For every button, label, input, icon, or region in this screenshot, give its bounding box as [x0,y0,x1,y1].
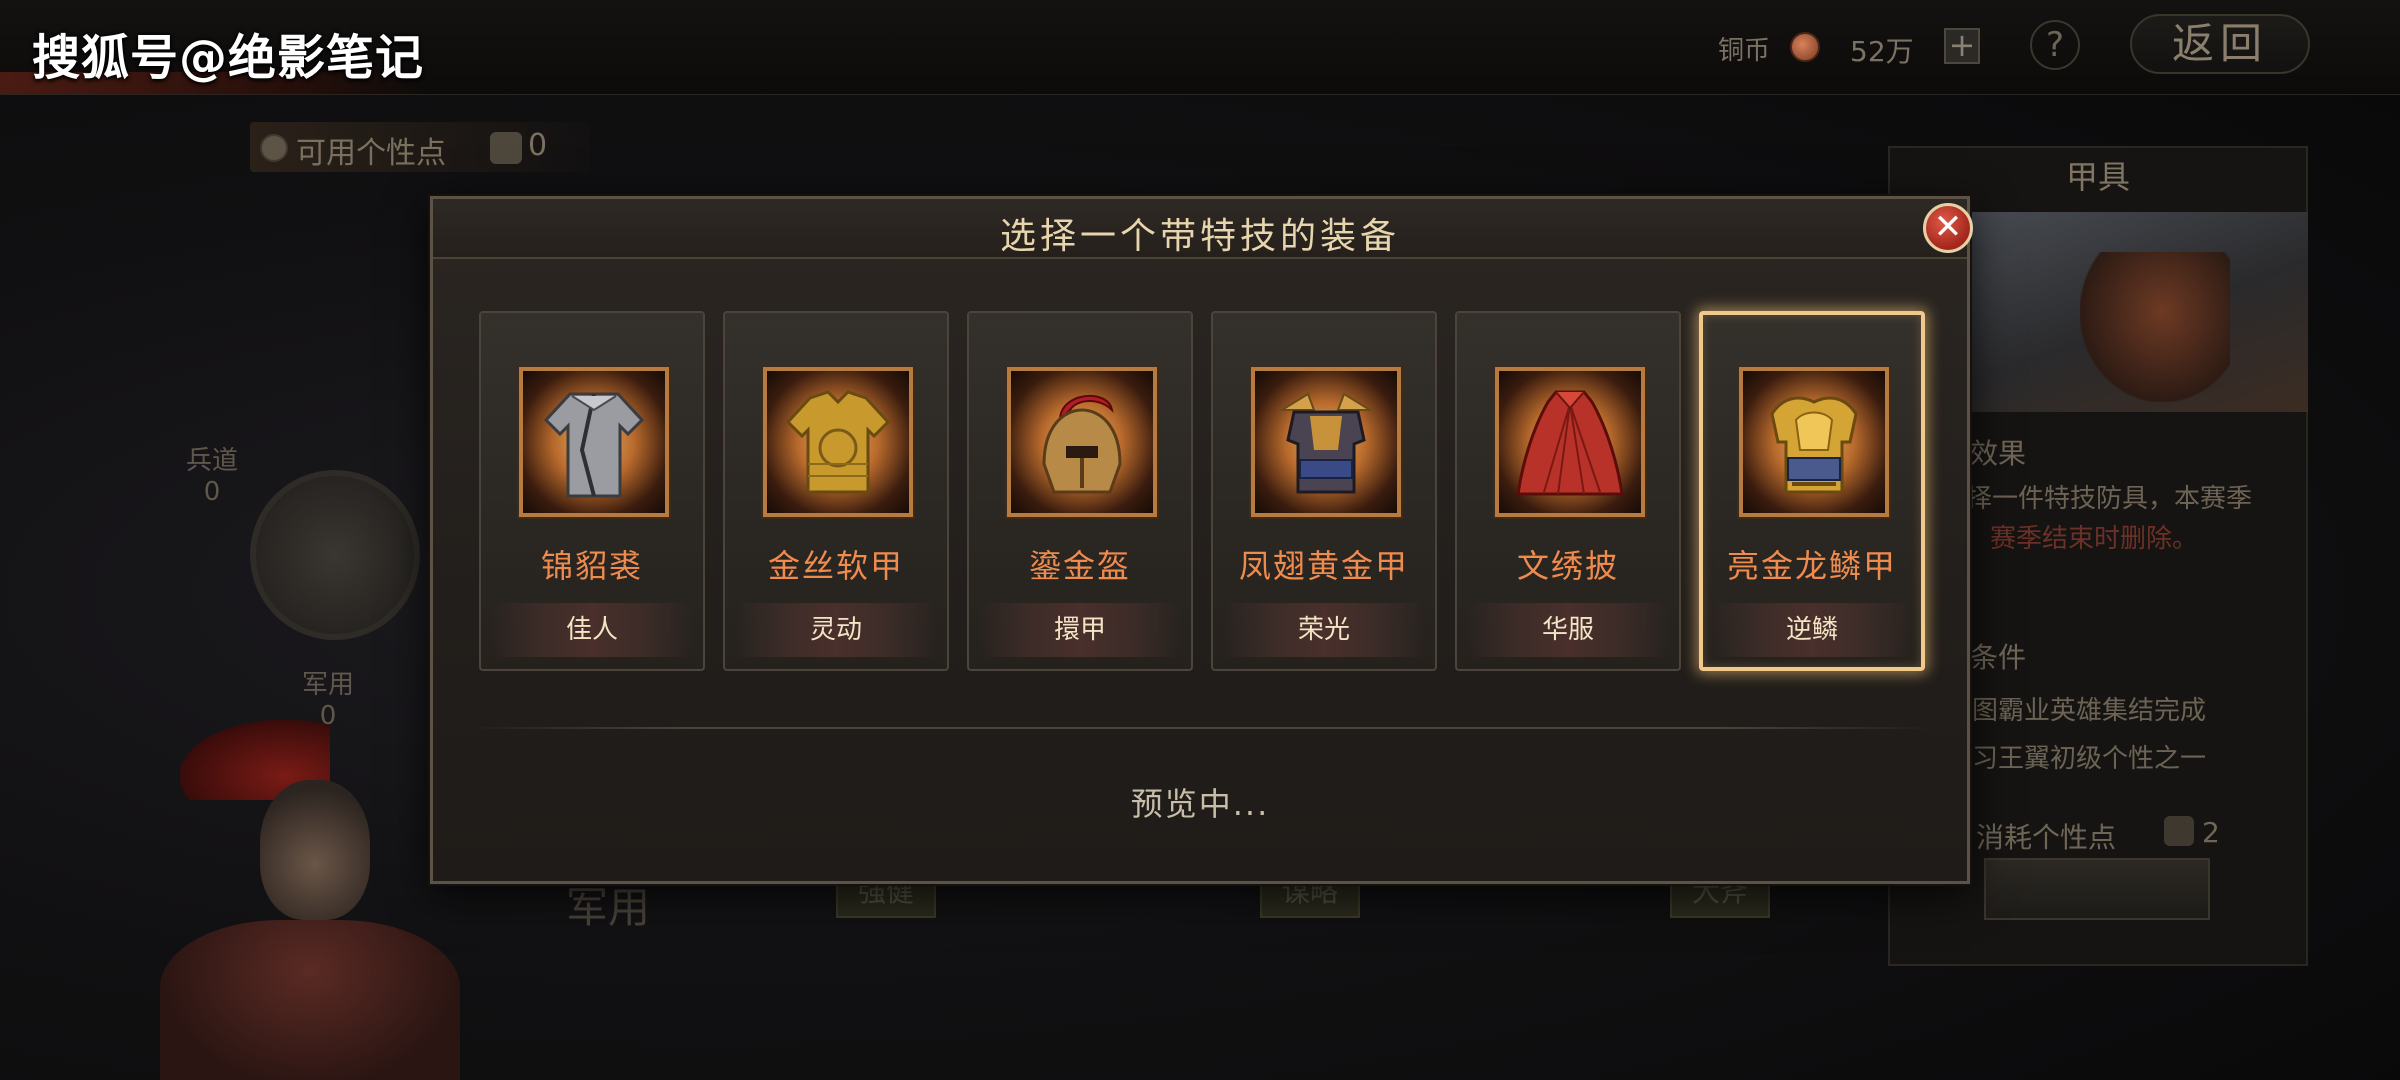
effect-line-2: 赛季结束时删除。 [1990,524,2199,554]
cost-label: 消耗个性点 [1976,821,2117,854]
help-button[interactable]: ? [2030,20,2080,70]
effect-line-1: 择一件特技防具，本赛季 [1966,484,2253,514]
dialog-divider [467,727,1937,729]
robe-icon [543,392,645,498]
equipment-card[interactable]: 锦貂裘 佳人 [479,311,705,671]
personality-points-label: 可用个性点 [296,136,446,171]
equipment-skill: 擐甲 [977,603,1183,657]
equipment-frame [1005,365,1159,519]
equipment-name: 锦貂裘 [540,547,643,585]
equipment-skill: 华服 [1465,603,1671,657]
equipment-name: 文绣披 [1516,547,1619,585]
dialog-header: 选择一个带特技的装备 [433,199,1967,259]
equipment-frame [517,365,671,519]
phoenix-armor-icon [1278,392,1374,494]
personality-points-value: 0 [528,128,548,163]
equipment-skill: 灵动 [733,603,939,657]
equipment-card[interactable]: 鎏金盔 擐甲 [967,311,1193,671]
stat-value: 0 [203,477,221,507]
equipment-card[interactable]: 金丝软甲 灵动 [723,311,949,671]
dialog-title: 选择一个带特技的装备 [999,216,1400,257]
equipment-frame [761,365,915,519]
equipment-select-dialog: 选择一个带特技的装备 ✕ 锦貂裘 佳人 金丝软甲 灵动 鎏金盔 擐甲 凤翅黄金甲… [430,196,1973,884]
stat-label: 军用 [302,670,355,700]
back-button[interactable]: 返回 [2130,14,2310,74]
confirm-button[interactable] [1984,858,2210,920]
effect-heading: 效果 [1970,437,2027,470]
cape-icon [1516,390,1624,496]
copper-coin-icon [1790,32,1820,62]
coin-amount: 52万 [1850,35,1914,68]
equipment-name: 亮金龙鳞甲 [1726,547,1897,585]
personality-point-icon [490,132,522,164]
equipment-frame [1737,365,1891,519]
equipment-list: 锦貂裘 佳人 金丝软甲 灵动 鎏金盔 擐甲 凤翅黄金甲 荣光 文绣披 华服 亮金… [479,311,1939,671]
side-panel-illustration [1930,212,2308,412]
dragon-armor-icon [1770,396,1858,494]
equipment-name: 金丝软甲 [767,547,904,585]
close-button[interactable]: ✕ [1923,203,1973,253]
equipment-name: 鎏金盔 [1028,547,1131,585]
equipment-name: 凤翅黄金甲 [1238,547,1409,585]
equipment-frame [1493,365,1647,519]
stat-label: 兵道 [186,446,239,476]
skill-node[interactable] [250,470,420,640]
equipment-skill: 佳人 [489,603,695,657]
helmet-icon [1042,394,1122,494]
watermark: 搜狐号@绝影笔记 [32,30,425,86]
equipment-skill: 荣光 [1221,603,1427,657]
coin-label: 铜币 [1718,36,1771,66]
equipment-skill: 逆鳞 [1709,603,1915,657]
equipment-frame [1249,365,1403,519]
condition-line-1: 图霸业英雄集结完成 [1972,696,2207,726]
equipment-card[interactable]: 凤翅黄金甲 荣光 [1211,311,1437,671]
side-panel-title: 甲具 [2065,158,2130,196]
condition-line-2: 习王翼初级个性之一 [1972,744,2207,774]
add-coin-button[interactable]: + [1944,28,1980,64]
cost-value: 2 [2202,816,2220,849]
equipment-card-selected[interactable]: 亮金龙鳞甲 逆鳞 [1699,311,1925,671]
general-portrait [120,720,480,1080]
info-icon [260,134,288,162]
stat-bingdao: 兵道 0 [186,440,238,507]
gold-vest-icon [785,390,891,494]
personality-point-icon [2164,816,2194,846]
preview-status: 预览中... [1130,785,1270,823]
equipment-card[interactable]: 文绣披 华服 [1455,311,1681,671]
condition-heading: 条件 [1970,641,2027,674]
